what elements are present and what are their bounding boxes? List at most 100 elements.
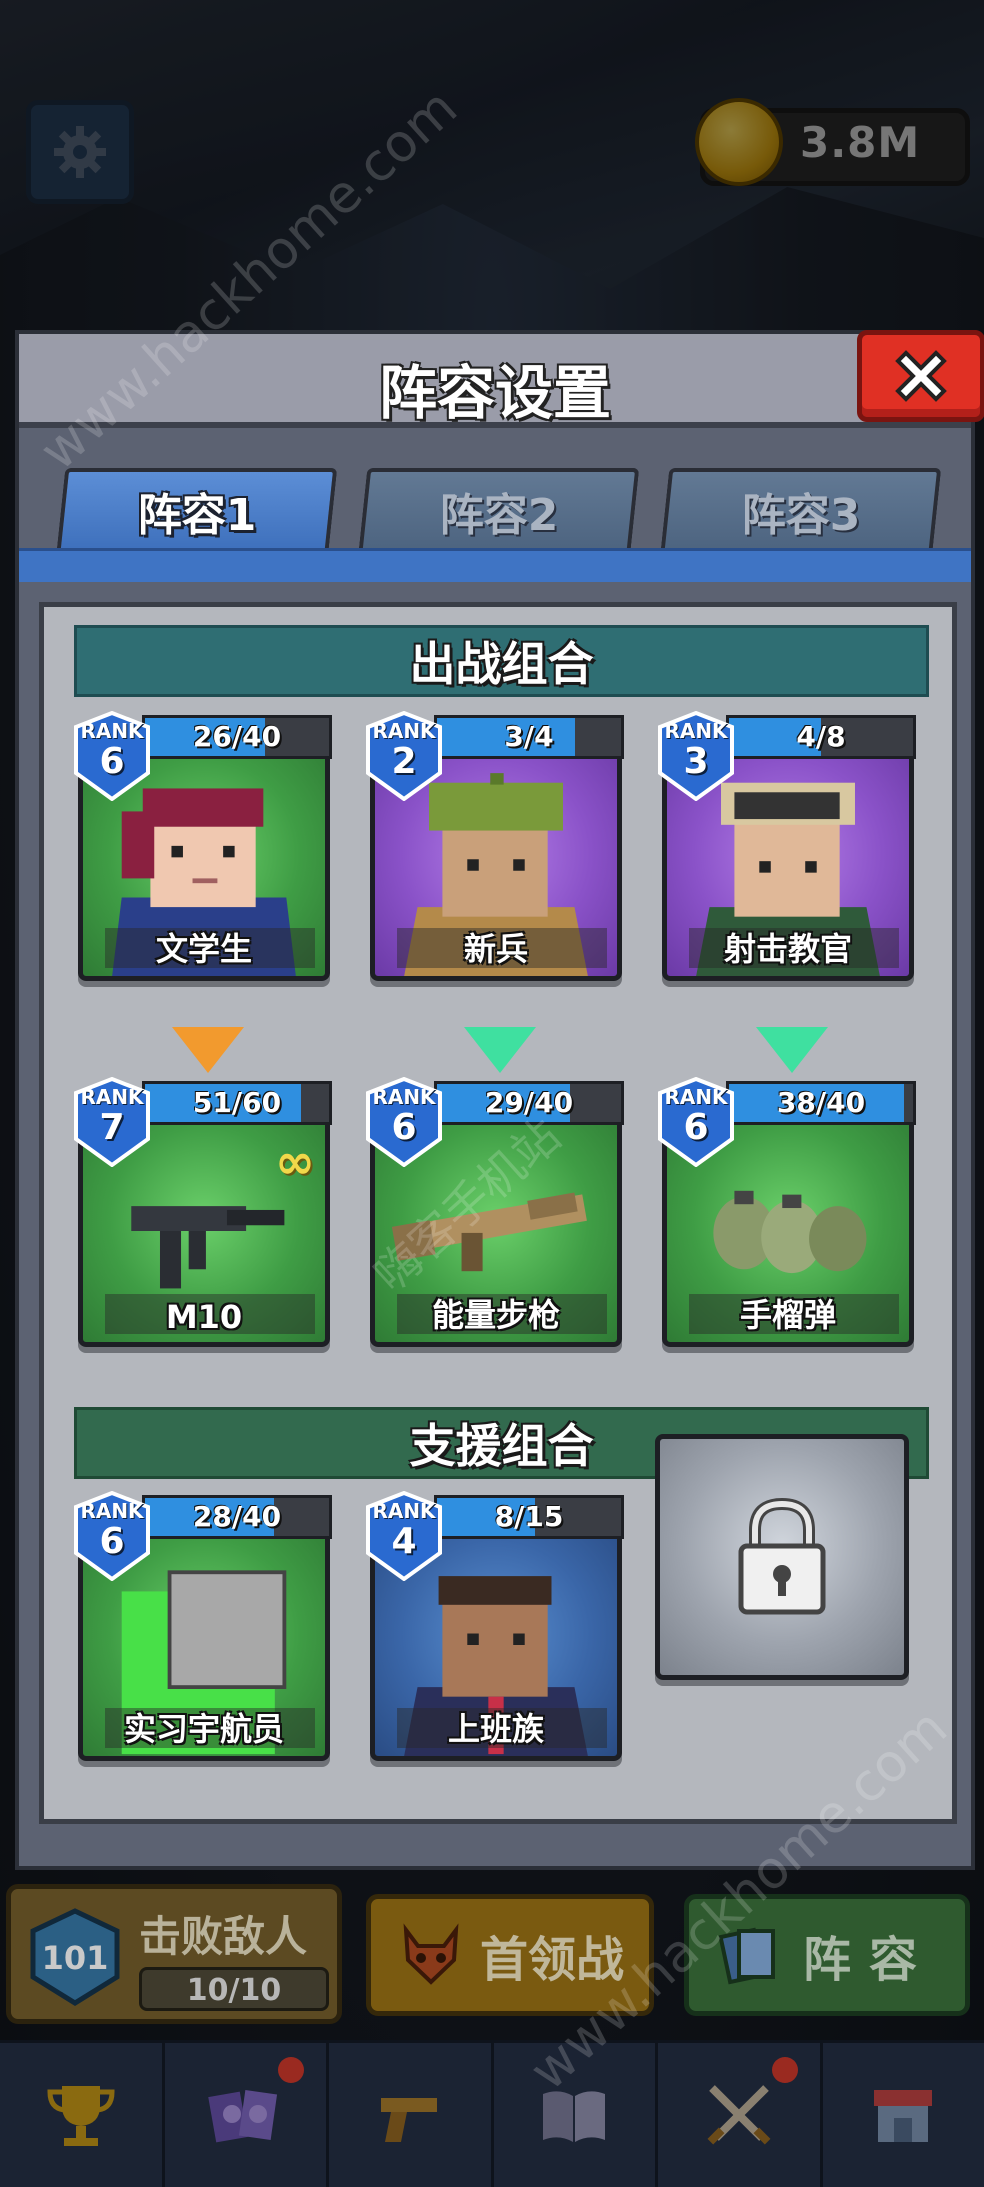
progress-text: 3/4	[504, 720, 554, 753]
tab-label: 阵容2	[439, 490, 559, 541]
rank-label: RANK	[372, 1085, 436, 1109]
tab-lineup-1[interactable]: 阵容1	[56, 468, 338, 550]
crossed-swords-icon	[707, 2085, 771, 2145]
card-name: 能量步枪	[431, 1296, 560, 1334]
rank-label: RANK	[80, 1085, 144, 1109]
progress-bar: 29/40	[434, 1081, 624, 1125]
card-name: 新兵	[463, 930, 528, 968]
close-x-icon	[895, 350, 947, 402]
progress-bar: 8/15	[434, 1495, 624, 1539]
card-name: 上班族	[447, 1710, 544, 1748]
notification-dot	[771, 2057, 798, 2083]
book-icon	[543, 2091, 606, 2142]
nav-trophy[interactable]	[0, 2043, 165, 2187]
tab-strip	[19, 548, 971, 582]
lineup-settings-modal: 阵容设置 阵容1 阵容2 阵容3 出战组合 文学生 26/40 RANK 6 新…	[15, 330, 984, 1870]
arrow-down-icon	[756, 1027, 828, 1073]
bottom-panel: 101 击败敌人 10/10 首领战 阵容	[0, 1870, 984, 2187]
nav-battle[interactable]	[658, 2043, 823, 2187]
arrow-down-icon	[172, 1027, 244, 1073]
nav-shop[interactable]	[823, 2043, 984, 2187]
stage-progress-box[interactable]: 101 击败敌人 10/10	[6, 1884, 342, 2024]
rank-label: RANK	[664, 1085, 728, 1109]
boss-battle-button[interactable]: 首领战	[366, 1894, 654, 2016]
rank-number: 2	[391, 741, 417, 782]
character-card-student[interactable]: 文学生 26/40 RANK 6	[72, 711, 334, 989]
character-card-instructor[interactable]: 射击教官 4/8 RANK 3	[656, 711, 918, 989]
rank-badge: RANK 6	[656, 1077, 736, 1167]
lineup-button[interactable]: 阵容	[684, 1894, 970, 2016]
heroes-icon	[208, 2089, 278, 2143]
progress-bar: 28/40	[142, 1495, 332, 1539]
shop-icon	[874, 2090, 933, 2142]
infinite-ammo-icon: ∞	[275, 1134, 315, 1190]
trophy-icon	[47, 2086, 115, 2146]
rank-badge: RANK 6	[72, 1491, 152, 1581]
locked-support-slot[interactable]	[655, 1434, 909, 1680]
lineup-cards-icon	[718, 1927, 775, 1985]
progress-bar: 3/4	[434, 715, 624, 759]
tab-lineup-3[interactable]: 阵容3	[660, 468, 942, 550]
lineup-label: 阵容	[802, 1932, 935, 1988]
rank-number: 6	[391, 1107, 417, 1148]
rank-badge: RANK 6	[364, 1077, 444, 1167]
progress-text: 51/60	[192, 1086, 282, 1119]
stage-level: 101	[41, 1939, 109, 1977]
demon-skull-icon	[403, 1923, 459, 1985]
pistol-icon	[380, 2098, 437, 2142]
rank-number: 6	[683, 1107, 709, 1148]
character-card-recruit[interactable]: 新兵 3/4 RANK 2	[364, 711, 626, 989]
rank-label: RANK	[80, 719, 144, 743]
tab-label: 阵容1	[137, 490, 257, 541]
kill-count: 10/10	[186, 1973, 282, 2008]
card-name: 实习宇航员	[123, 1710, 284, 1748]
weapon-card-grenade[interactable]: 手榴弹 38/40 RANK 6	[656, 1077, 918, 1355]
battle-section-title: 出战组合	[409, 637, 594, 691]
nav-book[interactable]	[494, 2043, 658, 2187]
progress-text: 28/40	[192, 1500, 282, 1533]
nav-weapons[interactable]	[329, 2043, 494, 2187]
weapon-card-energy-rifle[interactable]: 能量步枪 29/40 RANK 6	[364, 1077, 626, 1355]
padlock-icon	[738, 1497, 826, 1615]
rank-badge: RANK 3	[656, 711, 736, 801]
rank-number: 4	[391, 1521, 417, 1562]
progress-bar: 38/40	[726, 1081, 916, 1125]
boss-battle-label: 首领战	[479, 1932, 624, 1988]
rank-badge: RANK 4	[364, 1491, 444, 1581]
progress-text: 26/40	[192, 720, 282, 753]
tab-lineup-2[interactable]: 阵容2	[358, 468, 640, 550]
support-section-title: 支援组合	[409, 1419, 594, 1473]
notification-dot	[278, 2057, 304, 2083]
modal-title: 阵容设置	[378, 359, 611, 427]
progress-text: 38/40	[776, 1086, 866, 1119]
modal-header: 阵容设置	[19, 334, 971, 428]
card-name: 手榴弹	[739, 1296, 836, 1334]
arrow-down-icon	[464, 1027, 536, 1073]
bottom-nav-bar	[0, 2040, 984, 2187]
rank-number: 6	[99, 741, 125, 782]
tab-label: 阵容3	[741, 490, 861, 541]
card-name: 文学生	[155, 930, 252, 968]
close-button[interactable]	[857, 330, 984, 422]
progress-text: 8/15	[494, 1500, 564, 1533]
character-card-astronaut[interactable]: 实习宇航员 28/40 RANK 6	[72, 1491, 334, 1769]
character-card-office-worker[interactable]: 上班族 8/15 RANK 4	[364, 1491, 626, 1769]
rank-number: 3	[683, 741, 709, 782]
rank-label: RANK	[80, 1499, 144, 1523]
card-name: M10	[165, 1298, 243, 1336]
progress-bar: 26/40	[142, 715, 332, 759]
card-name: 射击教官	[723, 930, 852, 968]
battle-section-header: 出战组合	[74, 625, 929, 697]
progress-text: 4/8	[796, 720, 846, 753]
progress-text: 29/40	[484, 1086, 574, 1119]
rank-badge: RANK 6	[72, 711, 152, 801]
rank-number: 7	[99, 1107, 125, 1148]
rank-label: RANK	[664, 719, 728, 743]
nav-heroes[interactable]	[165, 2043, 329, 2187]
rank-label: RANK	[372, 1499, 436, 1523]
kill-enemies-title: 击败敌人	[139, 1912, 308, 1961]
weapon-card-m10[interactable]: ∞ M10 51/60 RANK 7	[72, 1077, 334, 1355]
rank-badge: RANK 7	[72, 1077, 152, 1167]
rank-number: 6	[99, 1521, 125, 1562]
progress-bar: 51/60	[142, 1081, 332, 1125]
